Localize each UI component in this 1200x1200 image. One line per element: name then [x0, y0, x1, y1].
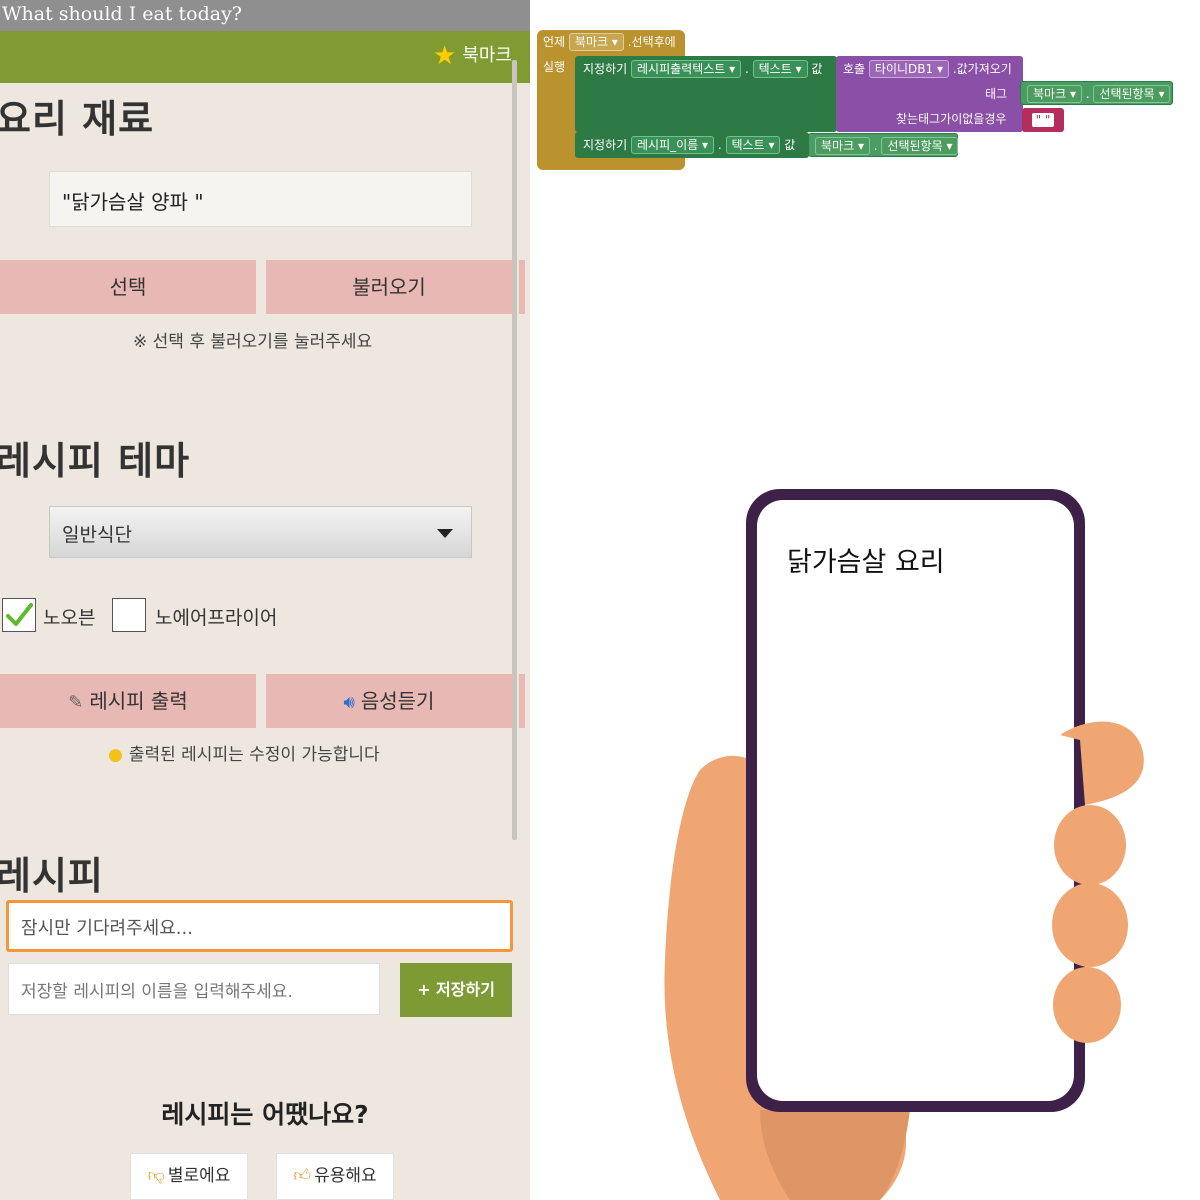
airfryer-checkbox[interactable]	[112, 598, 146, 632]
value-label: 값	[811, 62, 823, 76]
recipe-output-textbox-dropdown[interactable]: 레시피출력텍스트 ▾	[631, 60, 742, 78]
recipe-textarea-value: 잠시만 기다려주세요...	[21, 918, 193, 939]
bookmark-component-dropdown-2[interactable]: 북마크 ▾	[1027, 85, 1082, 103]
checkmark-icon	[6, 603, 33, 626]
rating-bad-button[interactable]: 👎︎ 별로에요	[130, 1153, 248, 1200]
rating-bad-label: 별로에요	[167, 1166, 231, 1186]
print-recipe-button[interactable]: ✎ 레시피 출력	[0, 674, 256, 728]
rating-good-label: 유용해요	[314, 1166, 377, 1186]
tinydb-getvalue-header: 호출 타이니DB1 ▾ .값가져오기	[843, 60, 1012, 78]
thumbs-down-icon: 👎︎	[147, 1166, 165, 1186]
finger-2	[1054, 805, 1126, 885]
ingredients-value: "닭가슴살 양파 "	[62, 190, 204, 214]
listen-label: 음성듣기	[360, 689, 435, 713]
recipe-name-input[interactable]: 저장할 레시피의 이름을 입력해주세요.	[8, 963, 380, 1015]
action-bar: ★ 북마크	[0, 31, 530, 83]
dropdown-arrow-icon	[437, 529, 453, 538]
tinydb-component-dropdown[interactable]: 타이니DB1 ▾	[868, 60, 949, 78]
select-button[interactable]: 선택	[0, 260, 256, 314]
set-block-recipe-output-header: 지정하기 레시피출력텍스트 ▾ . 텍스트 ▾ 값	[583, 60, 823, 78]
edit-hint-text: 출력된 레시피는 수정이 가능합니다	[128, 745, 380, 765]
lightbulb-icon: ●	[108, 745, 123, 765]
window-title: What should I eat today?	[2, 3, 242, 25]
value-label-2: 값	[784, 138, 796, 152]
theme-dropdown-value: 일반식단	[62, 524, 132, 546]
finger-3	[1052, 883, 1128, 967]
recipe-name-dropdown[interactable]: 레시피_이름 ▾	[631, 136, 715, 154]
rating-good-button[interactable]: 👍︎ 유용해요	[276, 1153, 394, 1200]
save-button[interactable]: + 저장하기	[400, 963, 512, 1017]
theme-title: 레시피 테마	[0, 439, 191, 483]
speaker-icon: 🔊︎	[343, 692, 355, 713]
window-title-bar: What should I eat today?	[0, 0, 530, 31]
tag-label: 태그	[985, 87, 1008, 101]
value-if-tag-not-there-label: 찾는태그가이없을경우	[896, 112, 1007, 126]
bookmark-label: 북마크	[462, 45, 512, 66]
bookmark-selected-item-getter[interactable]: 북마크 ▾ . 선택된항목 ▾	[1020, 81, 1173, 105]
text-property-dropdown[interactable]: 텍스트 ▾	[752, 60, 808, 78]
when-label: 언제	[543, 35, 566, 49]
empty-text-value: " "	[1031, 113, 1055, 127]
bookmark-component-dropdown[interactable]: 북마크 ▾	[568, 33, 624, 51]
finger-4	[1053, 967, 1121, 1043]
ingredients-title: 요리 재료	[0, 97, 155, 141]
hand-holding-phone-illustration	[664, 489, 1144, 1200]
rating-question: 레시피는 어땠나요?	[161, 1100, 369, 1129]
select-hint: ※ 선택 후 불러오기를 눌러주세요	[133, 332, 373, 352]
print-recipe-label: 레시피 출력	[89, 689, 188, 713]
thumbs-up-icon: 👍︎	[293, 1166, 312, 1186]
load-button[interactable]: 불러오기	[266, 260, 512, 314]
text-property-dropdown-2[interactable]: 텍스트 ▾	[725, 136, 781, 154]
edit-hint: ● 출력된 레시피는 수정이 가능합니다	[108, 740, 380, 765]
recipe-textarea[interactable]: 잠시만 기다려주세요...	[6, 900, 513, 952]
call-label: 호출	[843, 62, 866, 76]
ingredients-field[interactable]: "닭가슴살 양파 "	[49, 171, 472, 227]
button-edge	[519, 260, 525, 314]
scrollbar[interactable]	[512, 60, 517, 840]
empty-text-block[interactable]: " "	[1022, 108, 1064, 132]
bookmark-selected-item-getter-2[interactable]: 북마크 ▾ . 선택된항목 ▾	[808, 133, 959, 157]
hand-shadow	[760, 1110, 910, 1200]
oven-checkbox[interactable]	[2, 598, 36, 632]
do-label: 실행	[543, 60, 566, 74]
app-screen: What should I eat today? ★ 북마크 요리 재료 "닭가슴…	[0, 0, 530, 1200]
recipe-title: 레시피	[0, 854, 104, 898]
event-block-header: 언제 북마크 ▾ .선택후에	[543, 33, 676, 51]
oven-checkbox-label: 노오븐	[43, 607, 96, 629]
airfryer-checkbox-label: 노에어프라이어	[155, 607, 278, 629]
bookmark-component-dropdown-3[interactable]: 북마크 ▾	[815, 137, 870, 155]
selected-item-dropdown-2[interactable]: 선택된항목 ▾	[881, 137, 959, 155]
bookmark-button[interactable]: ★ 북마크	[433, 41, 512, 71]
star-icon: ★	[433, 41, 457, 71]
phone-screen	[757, 500, 1074, 1101]
selected-item-dropdown[interactable]: 선택된항목 ▾	[1093, 85, 1171, 103]
after-picking-label: .선택후에	[627, 35, 676, 49]
set-block-recipe-name-header: 지정하기 레시피_이름 ▾ . 텍스트 ▾ 값	[583, 136, 796, 154]
theme-dropdown[interactable]: 일반식단	[49, 506, 472, 558]
listen-button[interactable]: 🔊︎ 음성듣기	[266, 674, 512, 728]
get-value-label: .값가져오기	[952, 62, 1012, 76]
button-edge	[519, 674, 525, 728]
print-icon: ✎	[68, 692, 84, 713]
set-label-2: 지정하기	[583, 138, 628, 152]
set-label: 지정하기	[583, 62, 628, 76]
recipe-name-placeholder: 저장할 레시피의 이름을 입력해주세요.	[21, 982, 293, 1002]
phone-caption: 닭가슴살 요리	[787, 547, 945, 578]
